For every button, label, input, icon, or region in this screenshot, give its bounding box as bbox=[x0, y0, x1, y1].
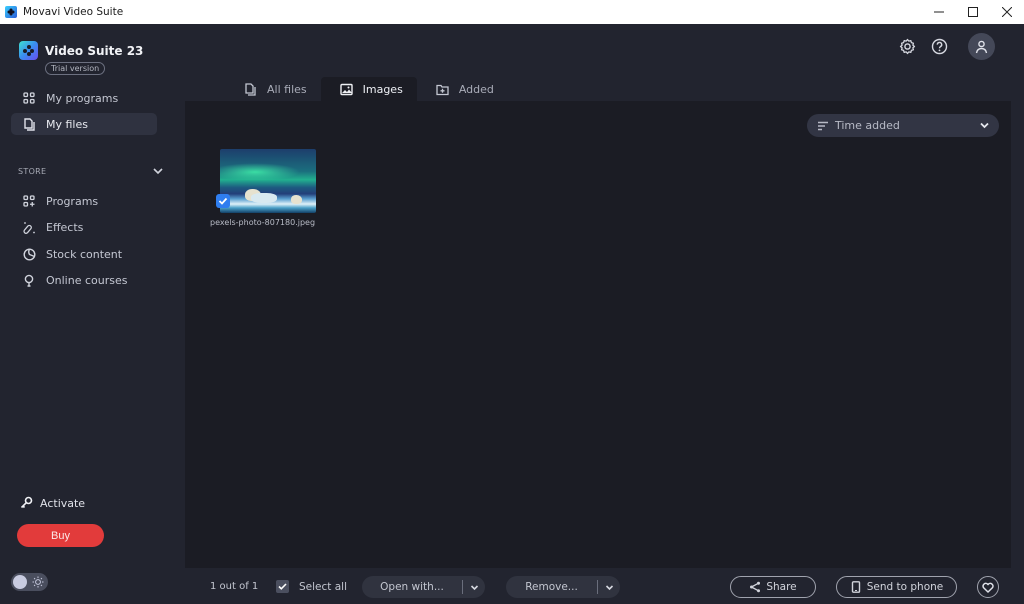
tab-all-files[interactable]: All files bbox=[225, 77, 321, 101]
file-checkbox[interactable] bbox=[216, 194, 230, 208]
sidebar-item-label: My programs bbox=[46, 91, 119, 105]
files-panel: Time added pexels-photo-807180.jpeg bbox=[185, 101, 1011, 568]
toggle-knob bbox=[13, 575, 27, 589]
files-icon bbox=[22, 117, 36, 131]
sort-dropdown[interactable]: Time added bbox=[807, 114, 999, 137]
store-section-header: STORE bbox=[18, 167, 47, 176]
window-title: Movavi Video Suite bbox=[23, 6, 124, 18]
chevron-down-icon[interactable] bbox=[152, 165, 164, 177]
brand: Video Suite 23 bbox=[19, 41, 143, 60]
close-icon bbox=[1002, 7, 1012, 17]
chevron-down-icon bbox=[470, 584, 478, 590]
select-all-label[interactable]: Select all bbox=[299, 581, 347, 593]
favorite-button[interactable] bbox=[977, 576, 999, 598]
selection-count: 1 out of 1 bbox=[210, 581, 259, 592]
check-icon bbox=[218, 197, 228, 205]
sidebar-item-label: Online courses bbox=[46, 273, 128, 287]
sort-label: Time added bbox=[835, 119, 900, 132]
remove-dropdown[interactable] bbox=[598, 583, 620, 592]
minimize-button[interactable] bbox=[922, 0, 956, 24]
sidebar-item-my-programs[interactable]: My programs bbox=[11, 87, 157, 109]
user-icon bbox=[975, 40, 988, 53]
send-to-phone-button[interactable]: Send to phone bbox=[836, 576, 957, 598]
tab-label: Images bbox=[362, 82, 403, 96]
sidebar-item-label: Stock content bbox=[46, 247, 123, 261]
buy-button[interactable]: Buy bbox=[17, 524, 104, 547]
sidebar-item-label: My files bbox=[46, 117, 88, 131]
chevron-down-icon bbox=[605, 584, 613, 590]
help-icon bbox=[931, 38, 947, 54]
share-icon bbox=[749, 581, 761, 593]
file-tabs: All files Images Added bbox=[225, 77, 508, 101]
tab-label: All files bbox=[267, 82, 307, 96]
settings-button[interactable] bbox=[898, 37, 916, 55]
close-button[interactable] bbox=[990, 0, 1024, 24]
chevron-down-icon bbox=[979, 120, 990, 131]
open-with-dropdown[interactable] bbox=[463, 583, 485, 592]
remove-button[interactable]: Remove... bbox=[506, 581, 597, 593]
files-icon bbox=[244, 82, 258, 96]
gear-icon bbox=[899, 38, 915, 54]
window-titlebar: Movavi Video Suite bbox=[0, 0, 1024, 24]
app-icon bbox=[5, 6, 17, 18]
brand-title: Video Suite 23 bbox=[45, 43, 144, 58]
theme-toggle[interactable] bbox=[11, 573, 48, 591]
send-to-phone-label: Send to phone bbox=[866, 581, 944, 593]
lightbulb-icon bbox=[22, 273, 36, 287]
phone-icon bbox=[850, 581, 862, 593]
grid-icon bbox=[22, 91, 36, 105]
folder-plus-icon bbox=[436, 82, 450, 96]
sidebar-item-label: Programs bbox=[46, 194, 99, 208]
maximize-button[interactable] bbox=[956, 0, 990, 24]
sidebar: Video Suite 23 Trial version My programs… bbox=[0, 24, 185, 604]
help-button[interactable] bbox=[930, 37, 948, 55]
tab-images[interactable]: Images bbox=[320, 77, 417, 101]
activate-link[interactable]: Activate bbox=[20, 496, 85, 510]
stock-icon bbox=[22, 247, 36, 261]
share-button[interactable]: Share bbox=[730, 576, 816, 598]
heart-icon bbox=[982, 582, 994, 593]
image-icon bbox=[339, 82, 354, 96]
select-all-checkbox[interactable] bbox=[276, 580, 289, 593]
tab-label: Added bbox=[458, 82, 494, 96]
sidebar-item-programs[interactable]: Programs bbox=[11, 190, 157, 212]
grid-plus-icon bbox=[22, 194, 36, 208]
maximize-icon bbox=[968, 7, 978, 17]
open-with-button[interactable]: Open with... bbox=[362, 581, 462, 593]
check-icon bbox=[278, 583, 287, 590]
video-suite-logo-icon bbox=[19, 41, 38, 60]
trial-badge: Trial version bbox=[45, 62, 106, 75]
sidebar-item-effects[interactable]: Effects bbox=[11, 216, 157, 238]
tab-added[interactable]: Added bbox=[417, 77, 508, 101]
account-button[interactable] bbox=[968, 33, 995, 60]
sidebar-item-my-files[interactable]: My files bbox=[11, 113, 157, 135]
magic-wand-icon bbox=[22, 220, 36, 234]
minimize-icon bbox=[934, 11, 944, 13]
bottom-action-bar: 1 out of 1 Select all Open with... Remov… bbox=[185, 568, 1024, 604]
image-thumbnail[interactable] bbox=[220, 149, 316, 213]
file-name: pexels-photo-807180.jpeg bbox=[210, 218, 316, 227]
sidebar-item-stock-content[interactable]: Stock content bbox=[11, 243, 157, 265]
share-label: Share bbox=[766, 581, 797, 593]
remove-split-button: Remove... bbox=[506, 576, 620, 598]
sort-icon bbox=[817, 120, 829, 132]
sidebar-item-label: Effects bbox=[46, 220, 84, 234]
open-with-split-button: Open with... bbox=[362, 576, 485, 598]
activate-label: Activate bbox=[40, 496, 86, 510]
key-icon bbox=[20, 496, 34, 510]
sidebar-item-online-courses[interactable]: Online courses bbox=[11, 269, 157, 291]
sun-icon bbox=[32, 576, 44, 588]
